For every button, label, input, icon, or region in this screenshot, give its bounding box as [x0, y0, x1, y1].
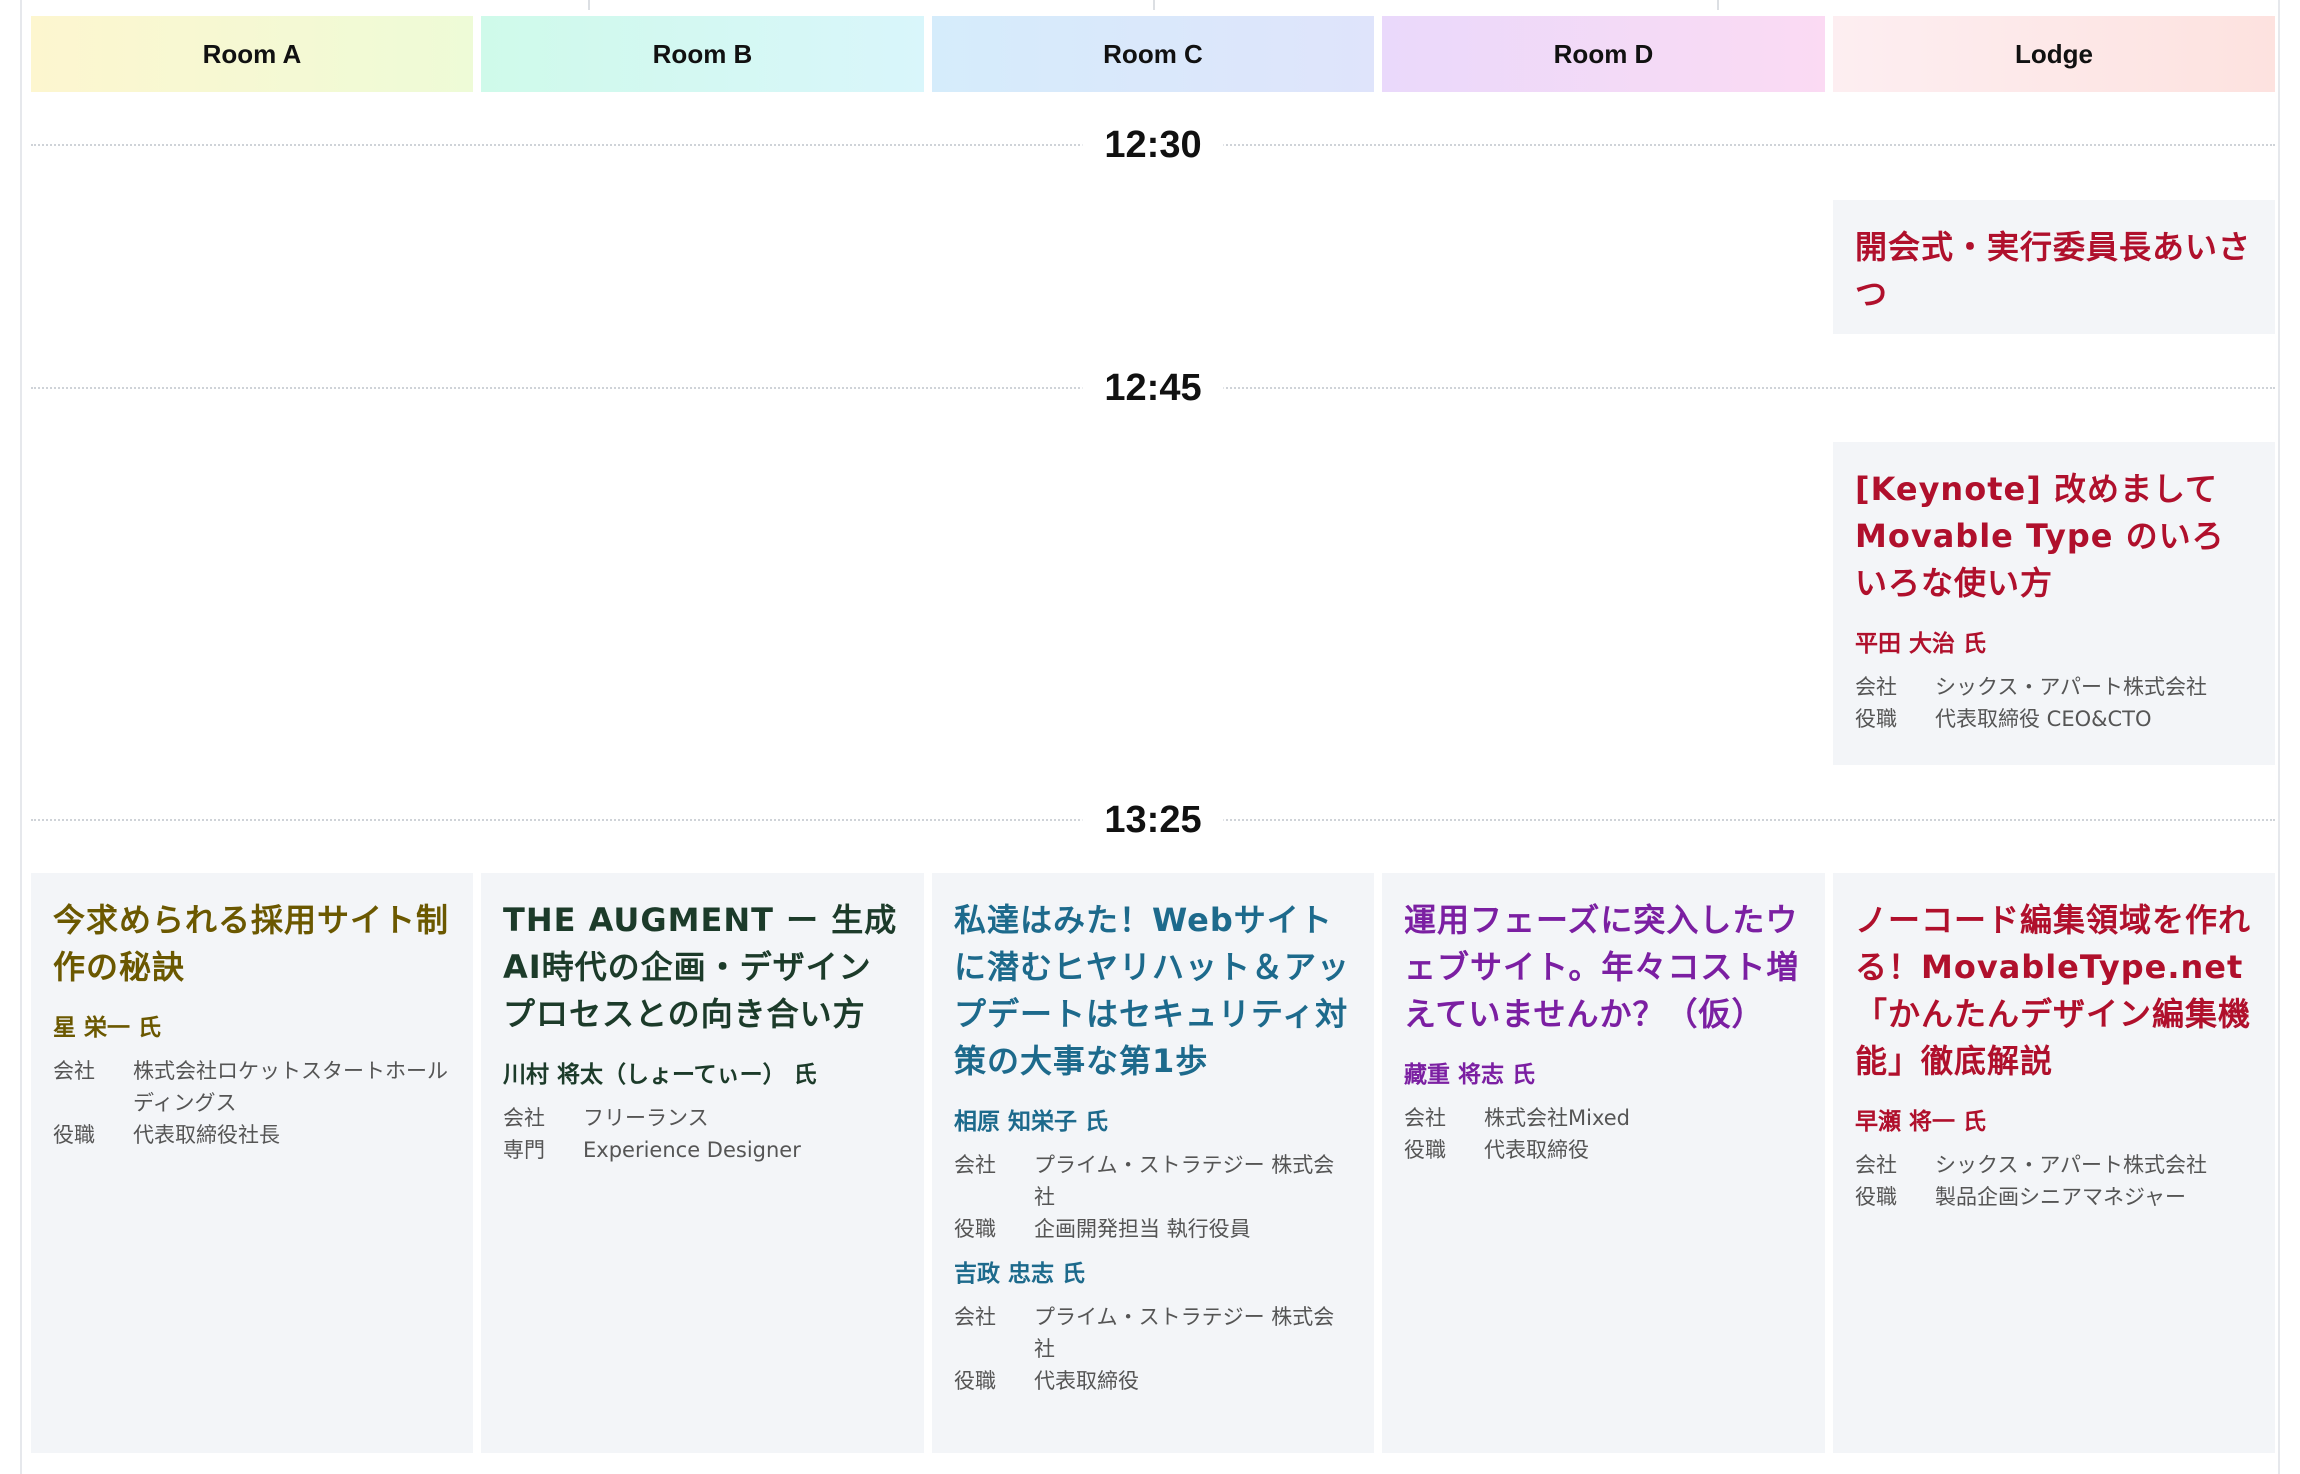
room-header-b: Room B [481, 16, 924, 92]
session-card-room-a[interactable]: 今求められる採用サイト制作の秘訣 星 栄一 氏 会社 株式会社ロケットスタートホ… [31, 873, 473, 1453]
position-value: 企画開発担当 執行役員 [1034, 1217, 1251, 1241]
session-card-opening[interactable]: 開会式・実行委員長あいさつ [1833, 200, 2275, 334]
position-label: 役職 [954, 1369, 996, 1393]
position-value: 代表取締役 CEO&CTO [1935, 707, 2152, 731]
specialty-label: 専門 [503, 1138, 545, 1162]
position-label: 役職 [1855, 707, 1897, 731]
company-label: 会社 [954, 1153, 996, 1177]
session-title[interactable]: [Keynote] 改めまして Movable Type のいろいろな使い方 [1855, 466, 2253, 607]
speaker-meta: 会社 シックス・アパート株式会社 役職 製品企画シニアマネジャー [1855, 1149, 2253, 1213]
company-label: 会社 [954, 1305, 996, 1329]
room-header-a: Room A [31, 16, 473, 92]
speaker-name: 早瀬 将一 氏 [1855, 1109, 1987, 1135]
position-label: 役職 [1404, 1138, 1446, 1162]
company-value: プライム・ストラテジー 株式会社 [1034, 1305, 1335, 1361]
speaker-meta: 会社 株式会社Mixed 役職 代表取締役 [1404, 1102, 1803, 1166]
time-row-1325: 13:25 [31, 790, 2275, 850]
company-value: シックス・アパート株式会社 [1935, 1153, 2207, 1177]
time-label: 12:30 [1082, 115, 1224, 175]
column-divider-tick [588, 0, 590, 10]
company-label: 会社 [1404, 1106, 1446, 1130]
room-header-lodge: Lodge [1833, 16, 2275, 92]
specialty-value: Experience Designer [583, 1138, 801, 1162]
column-divider-tick [1153, 0, 1155, 10]
session-card-keynote[interactable]: [Keynote] 改めまして Movable Type のいろいろな使い方 平… [1833, 442, 2275, 765]
company-label: 会社 [1855, 1153, 1897, 1177]
position-label: 役職 [954, 1217, 996, 1241]
session-title[interactable]: 今求められる採用サイト制作の秘訣 [53, 897, 451, 991]
session-title[interactable]: 私達はみた！Webサイトに潜むヒヤリハット＆アップデートはセキュリティ対策の大事… [954, 897, 1352, 1085]
frame-left-border [20, 0, 22, 1474]
company-label: 会社 [1855, 675, 1897, 699]
speaker-name: 藏重 将志 氏 [1404, 1062, 1536, 1088]
session-title[interactable]: 開会式・実行委員長あいさつ [1855, 224, 2253, 318]
company-value: シックス・アパート株式会社 [1935, 675, 2207, 699]
position-value: 代表取締役 [1484, 1138, 1589, 1162]
speaker-meta: 会社 シックス・アパート株式会社 役職 代表取締役 CEO&CTO [1855, 671, 2253, 735]
company-label: 会社 [53, 1059, 95, 1083]
session-title[interactable]: ノーコード編集領域を作れる！MovableType.net「かんたんデザイン編集… [1855, 897, 2253, 1085]
speaker-meta: 会社 フリーランス 専門 Experience Designer [503, 1102, 902, 1166]
room-header-d: Room D [1382, 16, 1825, 92]
position-value: 代表取締役社長 [133, 1123, 280, 1147]
session-title[interactable]: 運用フェーズに突入したウェブサイト。年々コスト増えていませんか？（仮） [1404, 897, 1803, 1038]
company-value: フリーランス [583, 1106, 709, 1130]
position-label: 役職 [1855, 1185, 1897, 1209]
speaker-name: 相原 知栄子 氏 [954, 1109, 1109, 1135]
position-value: 製品企画シニアマネジャー [1935, 1185, 2186, 1209]
position-label: 役職 [53, 1123, 95, 1147]
column-divider-tick [1717, 0, 1719, 10]
time-label: 12:45 [1082, 358, 1224, 418]
company-value: プライム・ストラテジー 株式会社 [1034, 1153, 1335, 1209]
time-label: 13:25 [1082, 790, 1224, 850]
position-value: 代表取締役 [1034, 1369, 1139, 1393]
speaker-meta: 会社 プライム・ストラテジー 株式会社 役職 企画開発担当 執行役員 [954, 1149, 1352, 1245]
time-row-1230: 12:30 [31, 115, 2275, 175]
speaker-meta: 会社 プライム・ストラテジー 株式会社 役職 代表取締役 [954, 1301, 1352, 1397]
time-row-1245: 12:45 [31, 358, 2275, 418]
company-value: 株式会社ロケットスタートホールディングス [133, 1059, 448, 1115]
session-card-room-c[interactable]: 私達はみた！Webサイトに潜むヒヤリハット＆アップデートはセキュリティ対策の大事… [932, 873, 1374, 1453]
room-header-c: Room C [932, 16, 1374, 92]
speaker-name: 星 栄一 氏 [53, 1015, 162, 1041]
speaker-name: 吉政 忠志 氏 [954, 1261, 1086, 1287]
speaker-name: 平田 大治 氏 [1855, 631, 1987, 657]
session-card-room-d[interactable]: 運用フェーズに突入したウェブサイト。年々コスト増えていませんか？（仮） 藏重 将… [1382, 873, 1825, 1453]
speaker-name: 川村 将太（しょーてぃー） 氏 [503, 1062, 817, 1088]
speaker-meta: 会社 株式会社ロケットスタートホールディングス 役職 代表取締役社長 [53, 1055, 451, 1151]
session-card-lodge[interactable]: ノーコード編集領域を作れる！MovableType.net「かんたんデザイン編集… [1833, 873, 2275, 1453]
company-value: 株式会社Mixed [1484, 1106, 1630, 1130]
company-label: 会社 [503, 1106, 545, 1130]
session-title[interactable]: THE AUGMENT ー 生成AI時代の企画・デザインプロセスとの向き合い方 [503, 897, 902, 1038]
session-card-room-b[interactable]: THE AUGMENT ー 生成AI時代の企画・デザインプロセスとの向き合い方 … [481, 873, 924, 1453]
frame-right-border [2278, 0, 2280, 1474]
